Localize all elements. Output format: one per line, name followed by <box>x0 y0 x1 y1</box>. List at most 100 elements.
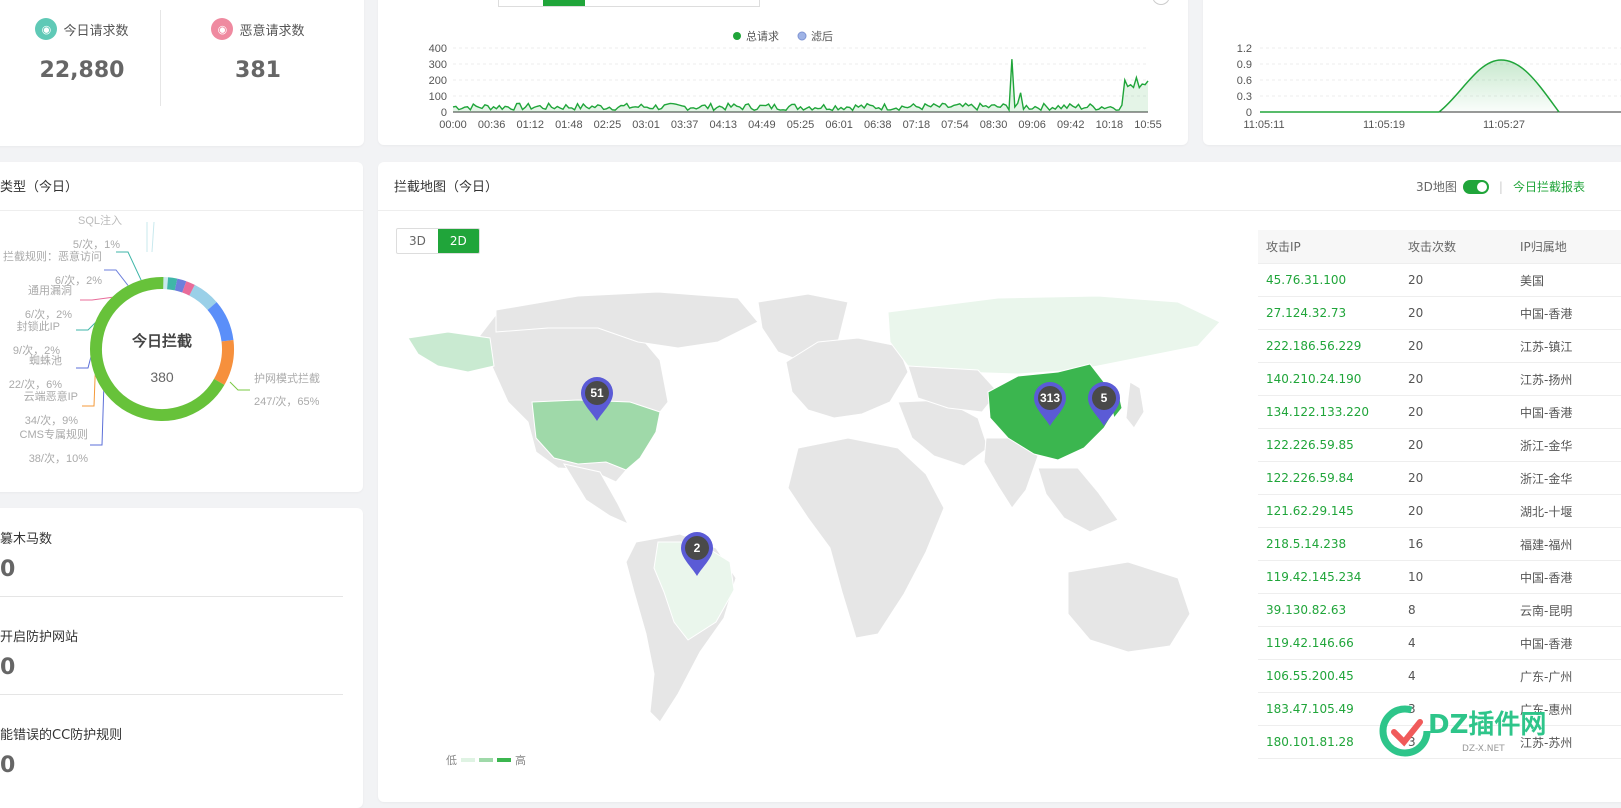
ip-cell[interactable]: 45.76.31.100 <box>1258 264 1400 297</box>
x-tick-label: 03:37 <box>671 119 699 131</box>
scale-high-label: 高 <box>515 752 526 768</box>
today-requests-value: 22,880 <box>12 58 152 83</box>
table-row: 218.5.14.23816福建-福州 <box>1258 528 1621 561</box>
table-row: 119.42.146.664中国-香港 <box>1258 627 1621 660</box>
types-card: 类型（今日） 今日拦截 380 SQL注入 5/次，1% 拦截规则：恶意访问 6… <box>0 162 363 492</box>
summary-item-label: 能错误的CC防护规则 <box>0 724 343 743</box>
location-cell: 中国-香港 <box>1512 297 1621 330</box>
scale-swatch-1 <box>461 758 475 762</box>
x-tick-label: 00:36 <box>478 119 506 131</box>
map-marker-count: 5 <box>1101 391 1108 405</box>
y-tick-label: 1.2 <box>1237 43 1252 55</box>
x-tick-label: 11:05:11 <box>1243 119 1284 131</box>
count-cell: 16 <box>1400 528 1512 561</box>
x-tick-label: 01:48 <box>555 119 583 131</box>
legend-total-label: 总请求 <box>746 29 779 43</box>
toggle-3d-switch[interactable] <box>1463 180 1489 194</box>
ip-cell[interactable]: 222.186.56.229 <box>1258 330 1400 363</box>
ip-cell[interactable]: 122.226.59.84 <box>1258 462 1400 495</box>
realtime-x-axis: 11:05:11 11:05:19 11:05:27 <box>1243 119 1525 131</box>
ip-cell[interactable]: 106.55.200.45 <box>1258 660 1400 693</box>
x-tick-label: 11:05:27 <box>1483 119 1525 131</box>
summary-item-label: 开启防护网站 <box>0 626 343 645</box>
ip-cell[interactable]: 119.42.145.234 <box>1258 561 1400 594</box>
count-cell: 10 <box>1400 561 1512 594</box>
ip-cell[interactable]: 39.130.82.63 <box>1258 594 1400 627</box>
ip-cell[interactable]: 134.122.133.220 <box>1258 396 1400 429</box>
x-tick-label: 11:05:19 <box>1363 119 1405 131</box>
ip-cell[interactable]: 27.124.32.73 <box>1258 297 1400 330</box>
location-cell: 浙江-金华 <box>1512 429 1621 462</box>
count-cell: 20 <box>1400 264 1512 297</box>
count-cell: 20 <box>1400 429 1512 462</box>
watermark-logo-icon <box>1376 702 1434 760</box>
ip-cell[interactable]: 218.5.14.238 <box>1258 528 1400 561</box>
realtime-y-axis: 1.20.90.60.30 <box>1237 43 1621 119</box>
count-cell: 20 <box>1400 462 1512 495</box>
x-tick-label: 01:12 <box>516 119 544 131</box>
leader-line-cms-2 <box>90 382 104 445</box>
map-title: 拦截地图（今日） <box>394 176 498 195</box>
map-marker-count: 313 <box>1040 391 1060 405</box>
eye-icon: ◉ <box>35 18 57 40</box>
map-marker-count: 51 <box>590 386 604 400</box>
location-cell: 中国-香港 <box>1512 561 1621 594</box>
table-row: 134.122.133.22020中国-香港 <box>1258 396 1621 429</box>
ip-cell[interactable]: 119.42.146.66 <box>1258 627 1400 660</box>
label-cloud: 云端恶意IP <box>24 389 78 403</box>
map-header-actions: 3D地图 | 今日拦截报表 <box>1416 178 1585 195</box>
protection-summary-card: 篡木马数 0 开启防护网站 0 能错误的CC防护规则 0 <box>0 508 363 808</box>
label-cloud-detail: 34/次，9% <box>25 413 78 427</box>
watermark-text: DZ插件网 <box>1428 704 1546 741</box>
donut-segment <box>176 285 184 287</box>
label-sql-detail: 5/次，1% <box>73 237 120 251</box>
summary-item-sites: 开启防护网站 0 <box>0 626 343 695</box>
y-tick-label: 0 <box>441 107 447 119</box>
location-cell: 江苏-扬州 <box>1512 363 1621 396</box>
count-cell: 4 <box>1400 627 1512 660</box>
table-row: 27.124.32.7320中国-香港 <box>1258 297 1621 330</box>
ip-table-header: 攻击IP攻击次数IP归属地 <box>1258 230 1621 264</box>
ip-cell[interactable]: 140.210.24.190 <box>1258 363 1400 396</box>
x-tick-label: 08:30 <box>980 119 1008 131</box>
y-tick-label: 0.6 <box>1237 75 1252 87</box>
request-chart-card: 总请求 滤后 4003002001000 00:0000:3601:1201:4… <box>378 0 1188 145</box>
stats-card: ◉今日请求数 22,880 ◉恶意请求数 381 <box>0 0 364 146</box>
summary-item-value: 0 <box>0 557 343 582</box>
label-block: 封锁此IP <box>17 319 60 333</box>
x-tick-label: 03:01 <box>632 119 660 131</box>
x-tick-label: 06:01 <box>825 119 853 131</box>
ip-cell[interactable]: 122.226.59.85 <box>1258 429 1400 462</box>
ip-table-header-cell: 攻击IP <box>1258 230 1400 264</box>
count-cell: 20 <box>1400 297 1512 330</box>
realtime-chart-card: 1.20.90.60.30 11:05:1111:05:1911:05:27 <box>1203 0 1621 145</box>
location-cell: 湖北-十堰 <box>1512 495 1621 528</box>
x-tick-label: 02:25 <box>594 119 622 131</box>
request-chart-legend: 总请求 滤后 <box>733 29 833 43</box>
ip-cell[interactable]: 121.62.29.145 <box>1258 495 1400 528</box>
scale-swatch-3 <box>497 758 511 762</box>
watermark-sub: DZ-X.NET <box>1462 744 1505 754</box>
region-japan <box>1126 382 1144 428</box>
leader-line-common <box>104 270 130 288</box>
donut-center-title: 今日拦截 <box>131 332 192 350</box>
summary-item-label: 篡木马数 <box>0 528 343 547</box>
region-russia <box>888 296 1220 374</box>
label-cms-detail: 38/次，10% <box>29 451 89 465</box>
location-cell: 云南-昆明 <box>1512 594 1621 627</box>
donut-segment <box>184 287 192 290</box>
leader-line-malicious <box>116 252 142 282</box>
map-marker-count: 2 <box>694 541 701 555</box>
y-tick-label: 0 <box>1246 107 1252 119</box>
y-tick-label: 400 <box>429 43 447 55</box>
count-cell: 20 <box>1400 396 1512 429</box>
realtime-area <box>1439 60 1559 112</box>
x-tick-label: 10:55 <box>1134 119 1162 131</box>
x-tick-label: 04:49 <box>748 119 776 131</box>
location-cell: 江苏-镇江 <box>1512 330 1621 363</box>
types-donut-chart: 今日拦截 380 SQL注入 5/次，1% 拦截规则：恶意访问 6/次，2% 通… <box>0 162 363 492</box>
report-link[interactable]: 今日拦截报表 <box>1513 178 1585 195</box>
request-line-chart: 总请求 滤后 4003002001000 00:0000:3601:1201:4… <box>378 0 1188 145</box>
label-spider: 蜘蛛池 <box>29 353 62 367</box>
map-continents <box>408 292 1220 722</box>
